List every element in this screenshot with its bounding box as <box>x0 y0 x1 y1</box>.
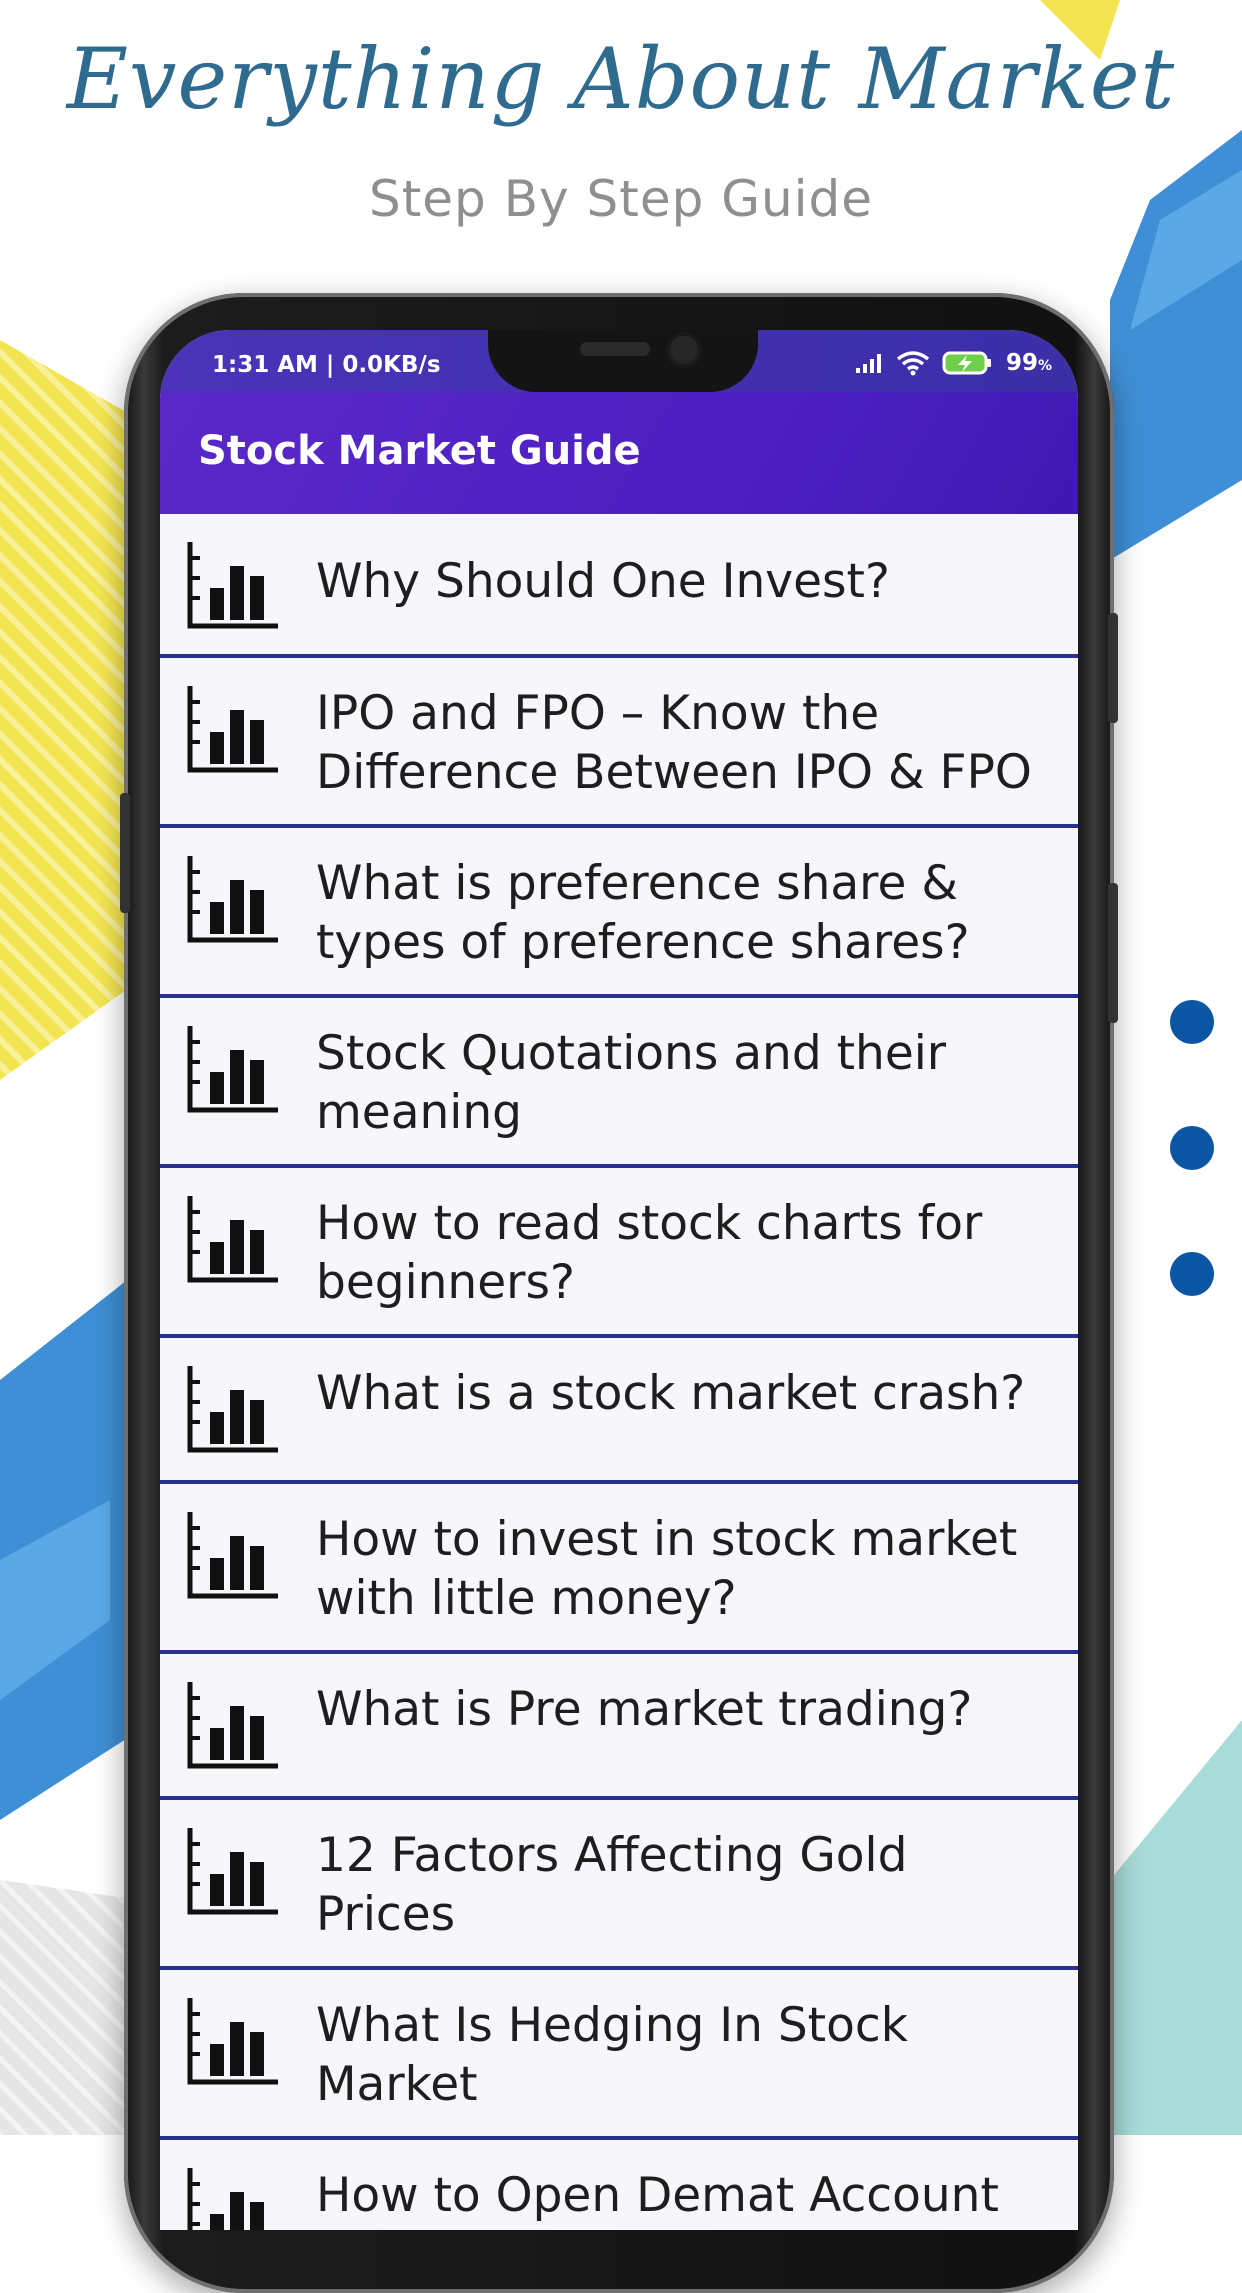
bar-chart-icon <box>187 856 278 943</box>
list-item-ipo-fpo[interactable]: IPO and FPO – Know the Difference Betwee… <box>160 658 1078 828</box>
list-item-gold-prices[interactable]: 12 Factors Affecting Gold Prices <box>160 1800 1078 1970</box>
list-item-label: What Is Hedging In Stock Market <box>316 1998 908 2112</box>
phone-side-button <box>1108 883 1118 1023</box>
bar-chart-icon <box>187 1026 278 1113</box>
list-item-pre-market[interactable]: What is Pre market trading? <box>160 1654 1078 1800</box>
list-item-read-charts[interactable]: How to read stock charts for beginners? <box>160 1168 1078 1338</box>
bar-chart-icon <box>187 1366 278 1453</box>
app-bar: Stock Market Guide <box>160 392 1078 514</box>
status-icons: 99% <box>854 350 1052 376</box>
list-item-market-crash[interactable]: What is a stock market crash? <box>160 1338 1078 1484</box>
app-bar-title: Stock Market Guide <box>198 428 641 474</box>
front-camera <box>670 336 698 364</box>
signal-icon <box>855 354 881 373</box>
phone-notch <box>488 330 758 392</box>
list-item-why-invest[interactable]: Why Should One Invest? <box>160 514 1078 658</box>
list-item-demat-account[interactable]: How to Open Demat Account <box>160 2140 1078 2230</box>
list-item-label: Why Should One Invest? <box>316 554 890 609</box>
list-item-label: Stock Quotations and their meaning <box>316 1026 947 1140</box>
list-item-hedging[interactable]: What Is Hedging In Stock Market <box>160 1970 1078 2140</box>
status-time: 1:31 AM | 0.0KB/s <box>212 352 441 378</box>
battery-charging-icon <box>942 351 991 375</box>
list-item-preference-share[interactable]: What is preference share & types of pref… <box>160 828 1078 998</box>
bar-chart-icon <box>187 1196 278 1283</box>
wifi-icon <box>896 351 930 376</box>
bar-chart-icon <box>187 686 278 773</box>
list-item-label: 12 Factors Affecting Gold Prices <box>316 1828 908 1942</box>
bar-chart-icon <box>187 542 278 629</box>
phone-screen: 1:31 AM | 0.0KB/s 99% Stock Market Guide… <box>160 330 1078 2230</box>
bar-chart-icon <box>187 1512 278 1599</box>
topic-list[interactable]: Why Should One Invest? IPO and FPO – Kno… <box>160 514 1078 2230</box>
phone-side-button <box>120 793 130 913</box>
pager-dot <box>1170 1000 1214 1044</box>
pager-dot <box>1170 1252 1214 1296</box>
promo-subheadline: Step By Step Guide <box>368 170 874 228</box>
bar-chart-icon <box>187 1828 278 1915</box>
list-item-label: How to read stock charts for beginners? <box>316 1196 983 1310</box>
list-item-label: What is a stock market crash? <box>316 1366 1026 1421</box>
battery-level: 99% <box>1005 350 1052 376</box>
list-item-label: What is Pre market trading? <box>316 1682 973 1737</box>
bar-chart-icon <box>187 2168 264 2230</box>
phone-speaker <box>580 342 650 356</box>
list-item-stock-quotations[interactable]: Stock Quotations and their meaning <box>160 998 1078 1168</box>
promo-headline: Everything About Market <box>66 30 1176 128</box>
pager-dots <box>1170 1000 1214 1378</box>
pager-dot <box>1170 1126 1214 1170</box>
list-item-label: How to invest in stock market with littl… <box>316 1512 1018 1626</box>
bar-chart-icon <box>187 1682 278 1769</box>
phone-side-button <box>1108 613 1118 723</box>
list-item-label: How to Open Demat Account <box>316 2168 999 2223</box>
list-item-little-money[interactable]: How to invest in stock market with littl… <box>160 1484 1078 1654</box>
list-item-label: What is preference share & types of pref… <box>316 856 970 970</box>
bar-chart-icon <box>187 1998 278 2085</box>
list-item-label: IPO and FPO – Know the Difference Betwee… <box>316 686 1032 800</box>
